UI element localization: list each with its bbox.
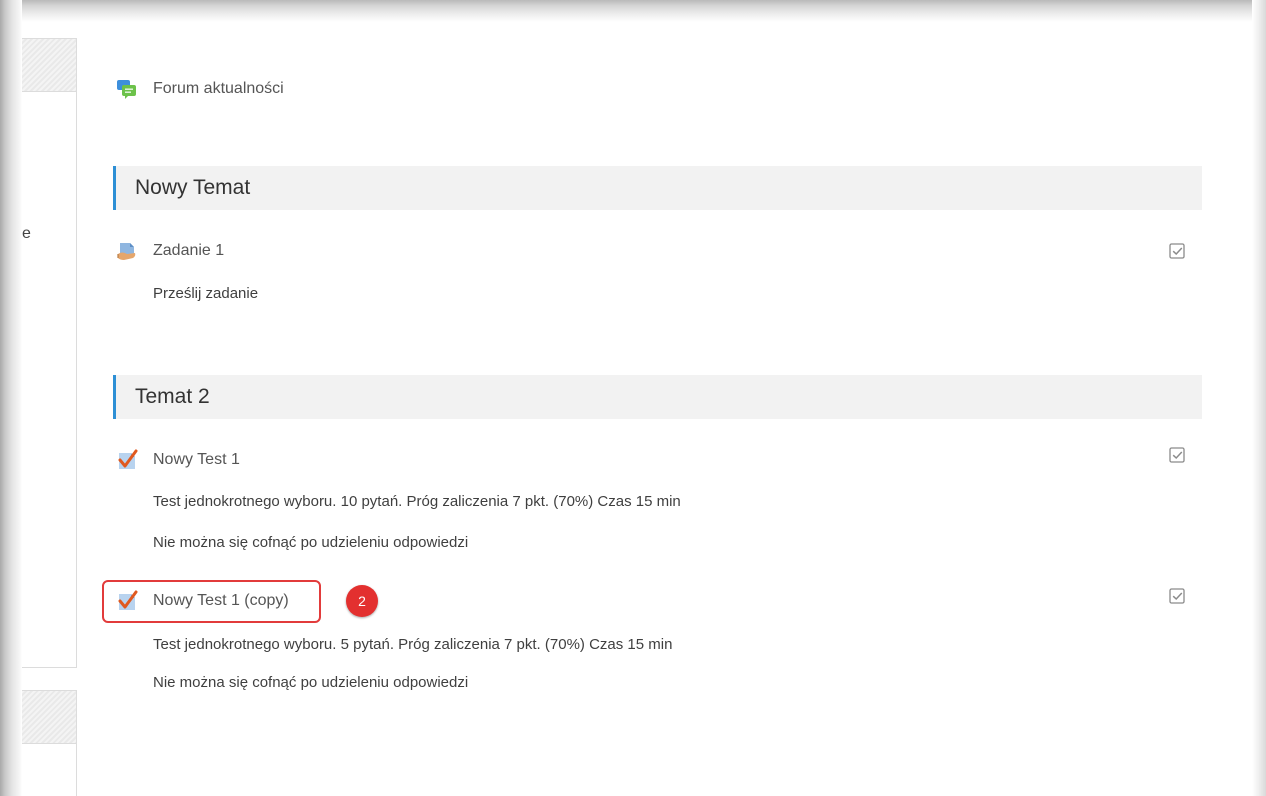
assignment-icon (116, 240, 138, 262)
activity-nowy-test-1-name[interactable]: Nowy Test 1 (153, 451, 240, 469)
activity-description: Nie można się cofnąć po udzieleniu odpow… (153, 674, 469, 691)
section-header-temat-2: Temat 2 (113, 375, 1202, 419)
screenshot-frame-shadow-right (1252, 0, 1266, 796)
completion-checkbox[interactable] (1169, 447, 1186, 464)
annotation-step-badge: 2 (346, 585, 378, 617)
checkbox-icon (1169, 243, 1185, 259)
activity-description: Prześlij zadanie (153, 285, 259, 302)
screenshot-frame-shadow-top (0, 0, 1266, 22)
course-content: Forum aktualności Nowy Temat Zadanie 1 P… (0, 0, 1266, 796)
activity-description: Nie można się cofnąć po udzieleniu odpow… (153, 534, 469, 551)
activity-zadanie-1[interactable]: Zadanie 1 (116, 239, 224, 263)
screenshot-frame-shadow-left (0, 0, 22, 796)
section-title: Temat 2 (135, 385, 210, 408)
activity-zadanie-1-name[interactable]: Zadanie 1 (153, 242, 224, 260)
annotation-highlight-box (102, 580, 321, 623)
forum-icon (116, 78, 138, 100)
completion-checkbox[interactable] (1169, 588, 1186, 605)
section-header-nowy-temat: Nowy Temat (113, 166, 1202, 210)
checkbox-icon (1169, 588, 1185, 604)
activity-description: Test jednokrotnego wyboru. 5 pytań. Próg… (153, 636, 673, 653)
completion-checkbox[interactable] (1169, 243, 1186, 260)
activity-forum-name[interactable]: Forum aktualności (153, 80, 284, 98)
activity-forum[interactable]: Forum aktualności (116, 77, 284, 101)
activity-nowy-test-1[interactable]: Nowy Test 1 (116, 448, 240, 472)
activity-description: Test jednokrotnego wyboru. 10 pytań. Pró… (153, 493, 681, 510)
checkbox-icon (1169, 447, 1185, 463)
screenshot-stage: e Forum aktualności Nowy Temat Zadanie 1… (0, 0, 1266, 796)
quiz-icon (116, 449, 138, 471)
section-title: Nowy Temat (135, 176, 251, 199)
